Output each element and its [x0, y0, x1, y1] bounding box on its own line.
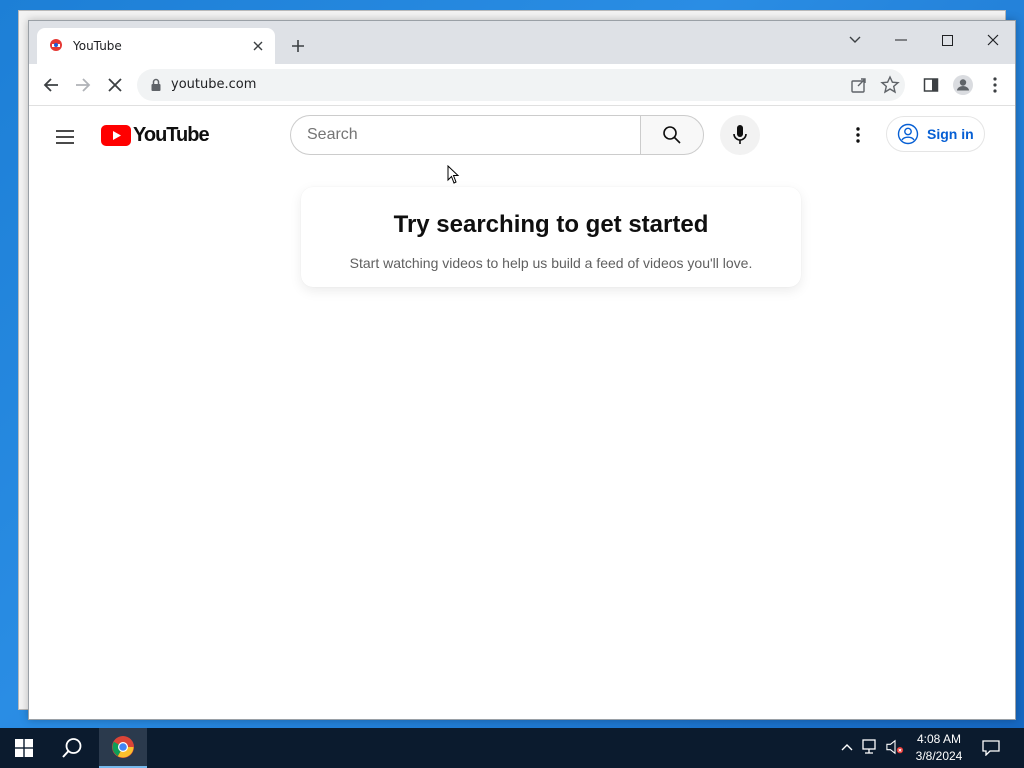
taskbar-search-button[interactable]: [48, 728, 96, 768]
sign-in-button[interactable]: Sign in: [886, 116, 985, 152]
clock-time: 4:08 AM: [916, 732, 962, 746]
card-title: Try searching to get started: [393, 211, 709, 238]
system-clock[interactable]: 4:08 AM 3/8/2024: [908, 731, 970, 765]
volume-muted-icon[interactable]: [886, 738, 904, 756]
windows-taskbar: 4:08 AM 3/8/2024: [0, 728, 1024, 768]
new-tab-button[interactable]: [287, 35, 309, 57]
tab-youtube[interactable]: YouTube: [37, 28, 275, 64]
forward-button[interactable]: [71, 73, 95, 97]
youtube-favicon-icon: [50, 39, 62, 51]
stop-loading-button[interactable]: [103, 73, 127, 97]
tab-close-icon[interactable]: [249, 37, 267, 55]
youtube-logo[interactable]: YouTube: [101, 123, 210, 146]
hamburger-menu-icon[interactable]: [53, 125, 77, 149]
back-button[interactable]: [39, 73, 63, 97]
address-bar[interactable]: youtube.com: [137, 69, 905, 101]
sign-in-label: Sign in: [927, 126, 974, 142]
browser-toolbar: youtube.com: [29, 64, 1015, 106]
profile-avatar-icon[interactable]: [951, 73, 975, 97]
tab-search-chevron-icon[interactable]: [840, 27, 870, 53]
account-circle-icon: [897, 123, 919, 145]
close-button[interactable]: [978, 27, 1008, 53]
youtube-play-logo-icon: [101, 124, 131, 146]
chrome-menu-icon[interactable]: [983, 73, 1007, 97]
youtube-logo-text: YouTube: [133, 123, 210, 146]
search-button[interactable]: [640, 115, 704, 155]
side-panel-icon[interactable]: [919, 73, 943, 97]
microphone-icon: [733, 125, 747, 144]
search-input[interactable]: [307, 126, 607, 144]
chrome-logo-icon: [112, 736, 134, 758]
tab-strip: YouTube: [29, 21, 1015, 64]
search-box[interactable]: [290, 115, 641, 155]
tab-title: YouTube: [73, 39, 122, 53]
maximize-button[interactable]: [932, 27, 962, 53]
minimize-button[interactable]: [886, 27, 916, 53]
action-center-icon[interactable]: [980, 737, 1002, 759]
card-subtitle: Start watching videos to help us build a…: [349, 255, 753, 271]
voice-search-button[interactable]: [720, 115, 760, 155]
start-button[interactable]: [0, 728, 48, 768]
empty-feed-card: Try searching to get started Start watch…: [301, 187, 801, 287]
youtube-page: YouTube Sign in: [29, 107, 1015, 719]
bookmark-star-icon[interactable]: [880, 75, 900, 95]
show-hidden-icons-chevron-icon[interactable]: [838, 738, 856, 756]
windows-logo-icon: [15, 739, 33, 757]
clock-date: 3/8/2024: [915, 749, 963, 763]
lock-icon[interactable]: [149, 78, 163, 92]
share-icon[interactable]: [849, 75, 869, 95]
search-icon: [663, 126, 681, 144]
settings-more-icon[interactable]: [846, 123, 870, 147]
url-text[interactable]: youtube.com: [171, 77, 256, 92]
network-icon[interactable]: [862, 738, 880, 756]
search-icon: [62, 738, 82, 758]
taskbar-chrome-button[interactable]: [99, 728, 147, 768]
chrome-window: YouTube youtube.com YouTube Search Sign …: [28, 20, 1016, 720]
mouse-cursor-icon: [447, 165, 460, 184]
